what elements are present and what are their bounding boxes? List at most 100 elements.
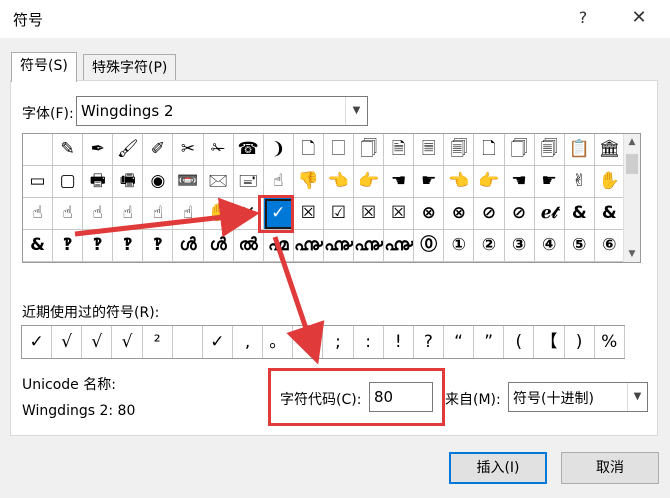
tab-symbols[interactable]: 符号(S)	[11, 52, 77, 82]
symbol-cell[interactable]: ൷	[354, 230, 385, 262]
scroll-up-icon[interactable]: ▲	[624, 134, 640, 150]
symbol-cell[interactable]: ⓪	[414, 230, 445, 262]
symbol-cell[interactable]: ☛	[534, 166, 565, 198]
symbol-cell[interactable]: ☝	[113, 198, 144, 230]
symbol-cell[interactable]: &	[594, 198, 625, 230]
font-select[interactable]: Wingdings 2 ▼	[76, 96, 368, 126]
symbol-cell[interactable]: ‽	[53, 230, 84, 262]
recent-symbol-cell[interactable]: ✓	[203, 326, 233, 358]
symbol-cell[interactable]: ‽	[143, 230, 174, 262]
symbol-cell[interactable]: ④	[534, 230, 565, 262]
symbol-cell[interactable]: 🖃	[233, 166, 264, 198]
symbol-cell[interactable]: 📼	[173, 166, 204, 198]
symbol-cell[interactable]: ⊗	[444, 198, 475, 230]
symbol-cell[interactable]: ☝	[173, 198, 204, 230]
symbol-cell[interactable]: ⑤	[564, 230, 595, 262]
tab-special-characters[interactable]: 特殊字符(P)	[83, 54, 177, 80]
symbol-cell[interactable]: 🖷	[113, 166, 144, 198]
cancel-button[interactable]: 取消	[561, 452, 659, 484]
symbol-cell[interactable]: ✐	[143, 134, 174, 166]
symbol-cell[interactable]: ✋	[594, 166, 625, 198]
symbol-cell[interactable]: ☛	[414, 166, 445, 198]
symbol-cell[interactable]: ൶	[263, 230, 294, 262]
symbol-cell[interactable]: ☎	[233, 134, 264, 166]
symbol-cell[interactable]: ⊗	[414, 198, 445, 230]
recent-symbol-cell[interactable]: :	[354, 326, 384, 358]
symbol-cell[interactable]: ③	[504, 230, 535, 262]
symbol-cell[interactable]: 🗍	[354, 134, 385, 166]
symbol-cell[interactable]: 👎	[293, 166, 324, 198]
symbol-cell[interactable]: ☚	[504, 166, 535, 198]
recent-symbol-cell[interactable]: %	[595, 326, 625, 358]
symbol-grid-scrollbar[interactable]: ▲ ▼	[623, 134, 640, 262]
symbol-cell[interactable]: ൷	[323, 230, 355, 262]
recent-symbol-cell[interactable]: “	[444, 326, 475, 358]
recent-symbol-cell[interactable]: ,	[233, 326, 264, 358]
symbol-cell[interactable]: 🏛	[594, 134, 625, 166]
symbol-cell[interactable]: ✎	[53, 134, 84, 166]
symbol-cell[interactable]: 👈	[444, 166, 475, 198]
recent-symbol-cell[interactable]: ²	[143, 326, 173, 358]
symbol-grid[interactable]: ✎ ✒ 🖌 ✐ ✂ ✁ ☎ ❩ 🗋 🗌 🗍 🗎 🗏 🗐 🗋 🗍 🗐 📋 🏛 ▭ ▢ 🖶 🖷 ◉ 📼 🖂 🖃 ☝ 👎 👈 👉 ☚ ☛ 👈 👉 ☚ ☛ ✌ ✋ ☝…	[23, 134, 625, 262]
symbol-cell[interactable]: 🗋	[474, 134, 505, 166]
symbol-cell[interactable]: ❩	[263, 134, 294, 166]
symbol-cell[interactable]: 🗌	[323, 134, 355, 166]
recent-symbol-cell[interactable]: ✓	[22, 326, 53, 358]
recent-symbol-cell[interactable]: √	[82, 326, 113, 358]
symbol-cell[interactable]: &	[564, 198, 595, 230]
symbol-cell[interactable]: ◉	[143, 166, 174, 198]
symbol-cell[interactable]: ⑥	[594, 230, 625, 262]
symbol-cell[interactable]: 🗐	[534, 134, 565, 166]
symbol-cell[interactable]: ⊘	[504, 198, 535, 230]
scroll-down-icon[interactable]: ▼	[624, 246, 640, 262]
symbol-cell[interactable]: 🗍	[504, 134, 535, 166]
symbol-cell[interactable]: ⊘	[474, 198, 505, 230]
recent-symbol-cell[interactable]: )	[565, 326, 595, 358]
symbol-cell[interactable]: ‽	[113, 230, 144, 262]
symbol-cell[interactable]: ☝	[263, 166, 294, 198]
recent-symbol-cell[interactable]: 。	[263, 326, 294, 358]
help-button[interactable]: ?	[570, 5, 596, 31]
chevron-down-icon[interactable]: ▼	[345, 97, 367, 125]
symbol-cell[interactable]: ℯ𝓉	[534, 198, 565, 230]
symbol-cell[interactable]: ൽ	[233, 230, 264, 262]
symbol-cell[interactable]: ☚	[384, 166, 415, 198]
symbol-cell[interactable]: &	[23, 230, 54, 262]
symbol-cell[interactable]: ☝	[143, 198, 174, 230]
symbol-cell[interactable]: 🗋	[293, 134, 324, 166]
symbol-cell[interactable]: 👉	[354, 166, 385, 198]
symbol-cell[interactable]: 🖌	[113, 134, 144, 166]
symbol-cell[interactable]: 🖶	[83, 166, 114, 198]
symbol-cell[interactable]: ②	[474, 230, 505, 262]
symbol-cell[interactable]: ൷	[384, 230, 415, 262]
symbol-cell[interactable]: ✕	[233, 198, 264, 230]
symbol-cell[interactable]: 👈	[323, 166, 355, 198]
symbol-cell[interactable]: ✂	[173, 134, 204, 166]
recent-symbol-cell[interactable]: !	[384, 326, 414, 358]
symbol-cell[interactable]: ☝	[83, 198, 114, 230]
recent-symbol-cell[interactable]: ”	[474, 326, 505, 358]
symbol-cell[interactable]: ▢	[53, 166, 84, 198]
symbol-cell[interactable]: ‽	[83, 230, 114, 262]
symbol-cell[interactable]: ൷	[293, 230, 324, 262]
recent-symbol-cell[interactable]	[293, 326, 324, 358]
symbol-cell[interactable]: ▭	[23, 166, 54, 198]
symbol-cell[interactable]: 🗎	[384, 134, 415, 166]
symbol-cell[interactable]: ൾ	[203, 230, 234, 262]
symbol-cell[interactable]: ☒	[293, 198, 324, 230]
symbol-cell[interactable]: ✁	[203, 134, 234, 166]
symbol-cell[interactable]: ☝	[53, 198, 84, 230]
symbol-cell[interactable]: ☑	[323, 198, 355, 230]
symbol-cell[interactable]	[23, 134, 54, 166]
insert-button[interactable]: 插入(I)	[449, 452, 547, 484]
recent-symbol-cell[interactable]: ?	[414, 326, 444, 358]
symbol-cell[interactable]: 📋	[564, 134, 595, 166]
recent-symbols-grid[interactable]: ✓ √ √ √ ² ✓,。;:!? “”(【)%	[21, 325, 625, 359]
symbol-cell[interactable]: 🖂	[203, 166, 234, 198]
symbol-cell[interactable]: 👉	[474, 166, 505, 198]
char-code-input[interactable]: 80	[369, 382, 433, 412]
symbol-cell[interactable]: ✋	[203, 198, 234, 230]
symbol-cell[interactable]: ൾ	[173, 230, 204, 262]
from-select[interactable]: 符号(十进制) ▼	[508, 382, 648, 412]
recent-symbol-cell[interactable]: 【	[534, 326, 565, 358]
